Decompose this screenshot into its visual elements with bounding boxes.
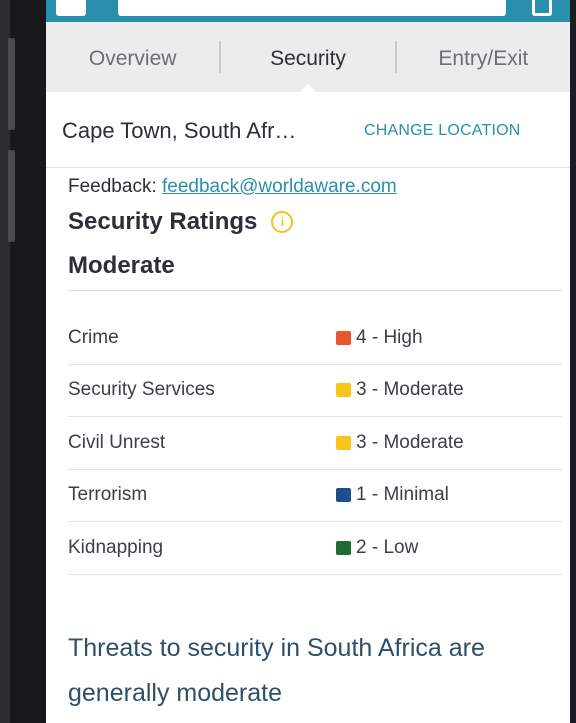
rating-value: 1 - Minimal (336, 484, 449, 506)
rating-category: Civil Unrest (68, 431, 166, 453)
rating-row: Terrorism 1 - Minimal (68, 470, 562, 522)
rating-category: Kidnapping (68, 536, 164, 558)
search-input[interactable] (118, 0, 506, 16)
app-screen: Overview Security Entry/Exit Cape Town, … (46, 0, 570, 723)
rating-row: Crime 4 - High (68, 312, 562, 365)
rating-color-swatch (336, 435, 351, 450)
rating-level: 1 - Minimal (356, 484, 449, 506)
info-icon[interactable]: i (271, 211, 294, 233)
rating-value: 4 - High (336, 327, 423, 349)
volume-up-button (8, 38, 15, 130)
rating-category: Terrorism (68, 484, 148, 506)
security-ratings-title: Security Ratings (68, 208, 258, 235)
menu-icon[interactable] (56, 0, 86, 16)
rating-value: 3 - Moderate (336, 432, 464, 454)
rating-color-swatch (336, 488, 351, 503)
rating-row: Security Services 3 - Moderate (68, 365, 562, 417)
header-action-icon[interactable] (532, 0, 552, 16)
rating-category: Security Services (68, 379, 215, 401)
phone-bezel-right (570, 0, 576, 723)
feedback-label: Feedback: (68, 176, 162, 197)
tab-entry-exit[interactable]: Entry/Exit (397, 22, 570, 92)
rating-color-swatch (336, 330, 351, 345)
tab-security-label: Security (270, 47, 346, 70)
security-ratings-heading: Security Ratings i (68, 208, 294, 236)
rating-color-swatch (336, 383, 351, 398)
rating-level: 3 - Moderate (356, 431, 464, 453)
rating-category: Crime (68, 326, 119, 348)
rating-value: 2 - Low (336, 537, 418, 559)
change-location-button[interactable]: CHANGE LOCATION (364, 122, 521, 140)
rating-row: Kidnapping 2 - Low (68, 522, 562, 575)
tab-bar: Overview Security Entry/Exit (46, 22, 570, 93)
rating-value: 3 - Moderate (336, 379, 464, 401)
tab-overview[interactable]: Overview (46, 22, 219, 92)
divider (68, 290, 562, 291)
volume-down-button (8, 150, 15, 242)
location-bar: Cape Town, South Afr… CHANGE LOCATION (46, 92, 570, 168)
feedback-line: Feedback: feedback@worldaware.com (68, 176, 397, 198)
tab-security[interactable]: Security (221, 22, 394, 93)
security-summary: Threats to security in South Africa are … (68, 634, 485, 707)
feedback-email-link[interactable]: feedback@worldaware.com (162, 176, 397, 197)
location-name: Cape Town, South Afr… (62, 118, 297, 143)
overall-rating: Moderate (68, 252, 175, 279)
rating-color-swatch (336, 540, 351, 555)
rating-level: 3 - Moderate (356, 379, 464, 401)
rating-level: 2 - Low (356, 536, 419, 558)
ratings-table: Crime 4 - High Security Services 3 - Mod… (68, 312, 562, 575)
phone-bezel (0, 0, 46, 723)
app-header (46, 0, 570, 22)
rating-row: Civil Unrest 3 - Moderate (68, 417, 562, 470)
rating-level: 4 - High (356, 326, 423, 348)
